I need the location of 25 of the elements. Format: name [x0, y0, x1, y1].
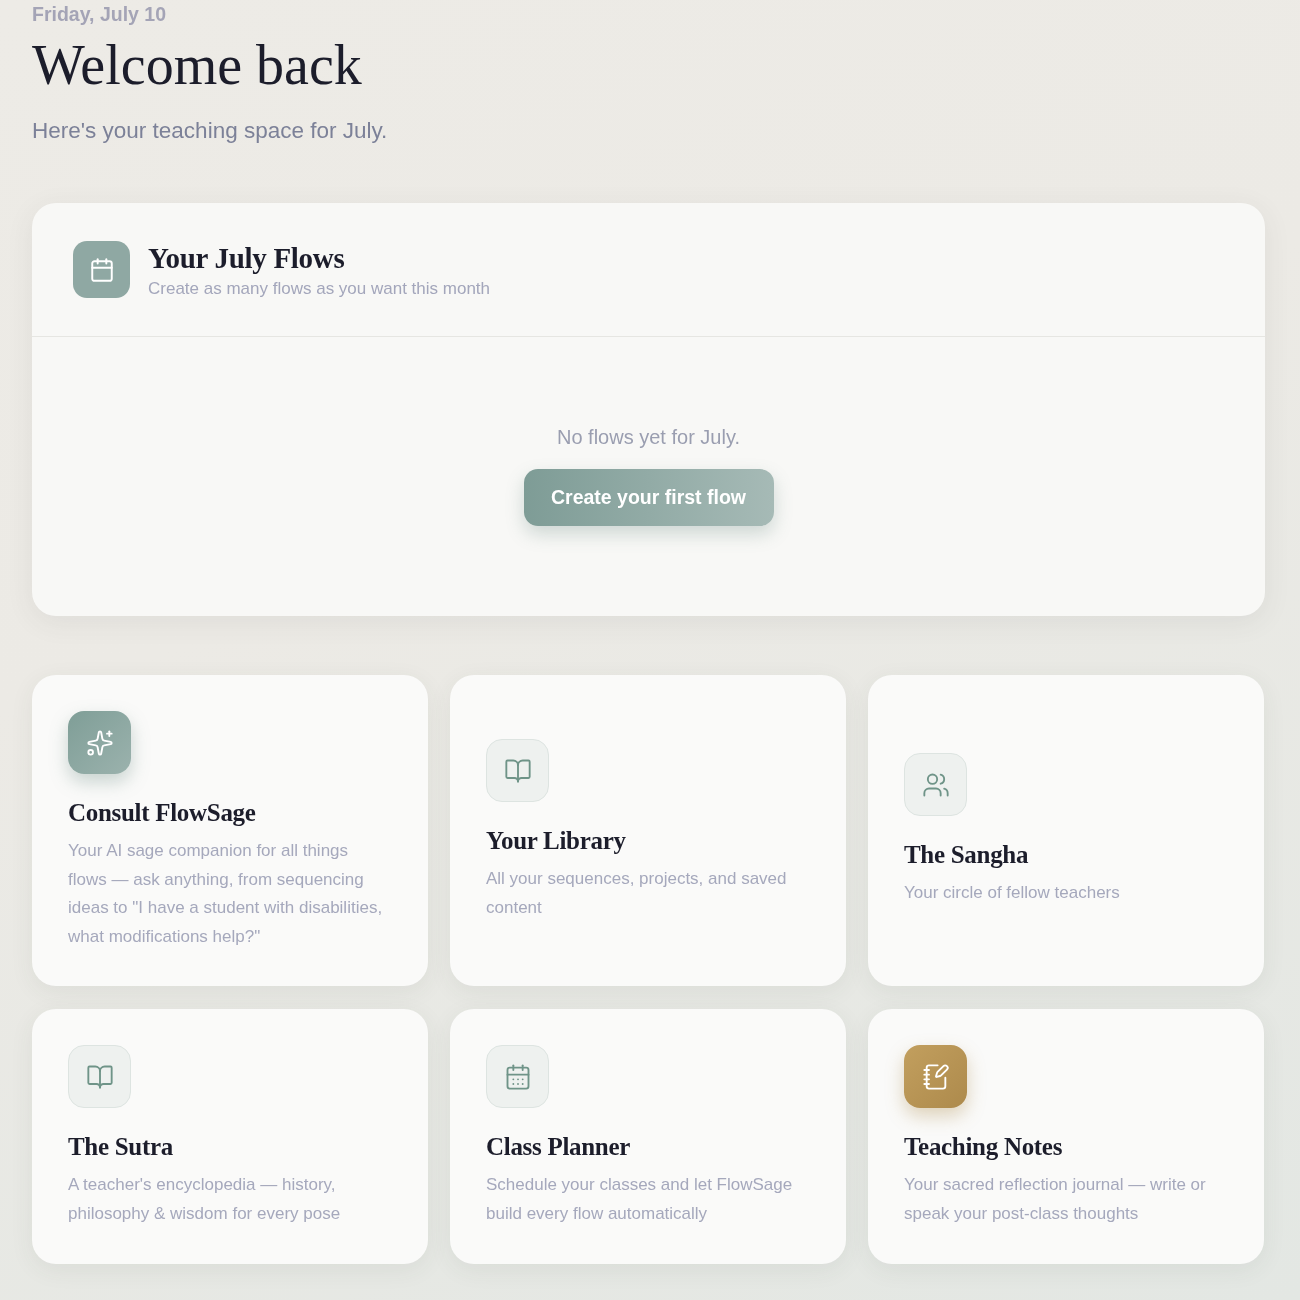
feature-card[interactable]: The Sangha Your circle of fellow teachers — [868, 675, 1264, 986]
page-subtitle: Here's your teaching space for July. — [32, 117, 388, 145]
page-title: Welcome back — [32, 35, 362, 95]
date-label: Friday, July 10 — [32, 3, 167, 25]
card-description: Your sacred reflection journal — write or speak your post-class thoughts — [904, 1174, 1207, 1225]
card-description: A teacher's encyclopedia — history, philosophy & wisdom for every pose — [68, 1174, 342, 1225]
card-title: Class Planner — [486, 1132, 631, 1162]
card-description: Schedule your classes and let FlowSage build every flow automatically — [486, 1174, 794, 1225]
empty-message: No flows yet for July. — [557, 425, 740, 450]
card-title: The Sangha — [904, 840, 1029, 871]
card-title: Consult FlowSage — [68, 798, 256, 828]
feature-card[interactable]: Consult FlowSage Your AI sage companion for all things flows — ask anything, from sequencing ideas to "I have a student with disabilities, what modifications help?" — [32, 675, 428, 986]
card-description: All your sequences, projects, and saved content — [486, 868, 788, 919]
card-description: Your AI sage companion for all things flows — ask anything, from sequencing ideas to "I have a student with disabilities, what modifications help?" — [68, 840, 384, 948]
feature-card[interactable]: Class Planner Schedule your classes and let FlowSage build every flow automatically — [450, 1009, 846, 1264]
calendar-icon — [73, 241, 130, 298]
card-title: Your Library — [486, 826, 626, 856]
panel-subtitle: Create as many flows as you want this month — [148, 278, 491, 299]
panel-title: Your July Flows — [148, 240, 345, 275]
card-description: Your circle of fellow teachers — [904, 882, 1121, 905]
feature-card[interactable]: Your Library All your sequences, projects, and saved content — [450, 675, 846, 986]
feature-card[interactable]: The Sutra A teacher's encyclopedia — history, philosophy & wisdom for every pose — [32, 1009, 428, 1264]
card-title: Teaching Notes — [904, 1132, 1063, 1162]
feature-card[interactable]: Teaching Notes Your sacred reflection journal — write or speak your post-class thoughts — [868, 1009, 1264, 1264]
card-title: The Sutra — [68, 1132, 173, 1162]
